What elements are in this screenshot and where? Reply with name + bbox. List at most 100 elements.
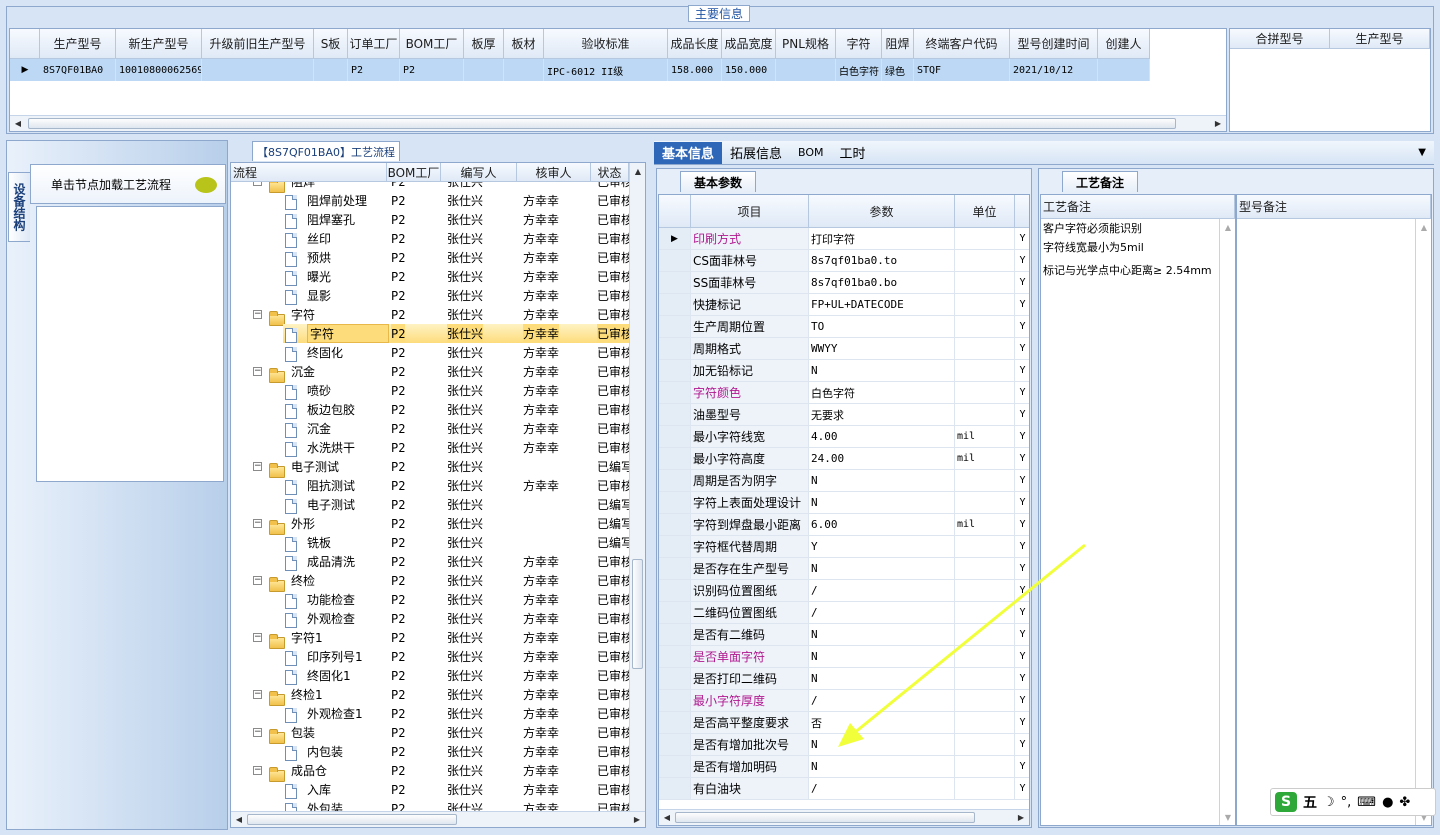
param-value[interactable]: 6.00 bbox=[809, 514, 955, 536]
column-header[interactable]: BOM工厂 bbox=[400, 29, 464, 59]
param-value[interactable]: 24.00 bbox=[809, 448, 955, 470]
tree-row[interactable]: 外观检查 P2 张仕兴 方幸幸 已审核 bbox=[231, 609, 629, 628]
tree-row[interactable]: 喷砂 P2 张仕兴 方幸幸 已审核 bbox=[231, 381, 629, 400]
scroll-up-arrow-icon[interactable]: ▲ bbox=[1220, 219, 1236, 235]
column-header[interactable]: 型号创建时间 bbox=[1010, 29, 1098, 59]
param-row[interactable]: 字符到焊盘最小距离 6.00 mil Y bbox=[659, 514, 1029, 536]
table-cell[interactable]: IPC-6012 II级 bbox=[544, 59, 668, 81]
remarks-vscroll[interactable]: ▲ ▼ bbox=[1219, 219, 1235, 825]
scroll-left-arrow-icon[interactable]: ◀ bbox=[659, 810, 675, 826]
param-value[interactable]: N bbox=[809, 470, 955, 492]
column-header[interactable]: 项目 bbox=[691, 195, 809, 228]
column-header[interactable]: 字符 bbox=[836, 29, 882, 59]
tree-row[interactable]: − 外形 P2 张仕兴 已编写 bbox=[231, 514, 629, 535]
scroll-left-arrow-icon[interactable]: ◀ bbox=[231, 812, 247, 828]
tree-row[interactable]: 功能检查 P2 张仕兴 方幸幸 已审核 bbox=[231, 590, 629, 609]
tree-row[interactable]: 阻抗测试 P2 张仕兴 方幸幸 已审核 bbox=[231, 476, 629, 495]
table-cell[interactable]: STQF bbox=[914, 59, 1010, 81]
tab-basic-info[interactable]: 基本信息 bbox=[654, 141, 723, 164]
tree-row[interactable]: 板边包胶 P2 张仕兴 方幸幸 已审核 bbox=[231, 400, 629, 419]
column-header[interactable]: 板厚 bbox=[464, 29, 504, 59]
scroll-thumb[interactable] bbox=[675, 812, 975, 823]
scroll-thumb[interactable] bbox=[247, 814, 457, 825]
equipment-tree[interactable] bbox=[36, 206, 224, 482]
model-remarks-vscroll[interactable]: ▲ ▼ bbox=[1415, 219, 1431, 825]
tree-row[interactable]: 预烘 P2 张仕兴 方幸幸 已审核 bbox=[231, 248, 629, 267]
collapse-icon[interactable]: − bbox=[253, 367, 262, 376]
tab-dropdown-icon[interactable]: ▼ bbox=[1418, 147, 1426, 158]
collapse-icon[interactable]: − bbox=[253, 519, 262, 528]
merge-production-model-header[interactable]: 生产型号 bbox=[1330, 29, 1430, 49]
keyboard-icon[interactable]: ⌨ bbox=[1357, 795, 1376, 810]
collapse-icon[interactable]: − bbox=[253, 462, 262, 471]
scroll-right-arrow-icon[interactable]: ▶ bbox=[629, 812, 645, 828]
model-remarks-box[interactable]: 型号备注 ▲ ▼ bbox=[1236, 194, 1432, 826]
collapse-icon[interactable]: − bbox=[253, 690, 262, 699]
ime-toolbar[interactable]: S 五 ☽ °, ⌨ ● ✤ bbox=[1270, 788, 1436, 816]
collapse-icon[interactable]: − bbox=[253, 182, 262, 186]
tree-row[interactable]: 丝印 P2 张仕兴 方幸幸 已审核 bbox=[231, 229, 629, 248]
tree-row[interactable]: 成品清洗 P2 张仕兴 方幸幸 已审核 bbox=[231, 552, 629, 571]
column-header[interactable]: BOM工厂 bbox=[387, 163, 441, 182]
moon-icon[interactable]: ☽ bbox=[1323, 795, 1335, 810]
param-row[interactable]: CS面菲林号 8s7qf01ba0.to Y bbox=[659, 250, 1029, 272]
scroll-right-arrow-icon[interactable]: ▶ bbox=[1013, 810, 1029, 826]
column-header[interactable]: 成品长度 bbox=[668, 29, 722, 59]
column-header[interactable]: 新生产型号 bbox=[116, 29, 202, 59]
tree-row[interactable]: 电子测试 P2 张仕兴 已编写 bbox=[231, 495, 629, 514]
tree-row[interactable]: 内包装 P2 张仕兴 方幸幸 已审核 bbox=[231, 742, 629, 761]
table-cell[interactable]: 绿色 bbox=[882, 59, 914, 81]
param-value[interactable]: 无要求 bbox=[809, 404, 955, 426]
param-value[interactable]: 8s7qf01ba0.bo bbox=[809, 272, 955, 294]
param-row[interactable]: 是否有增加明码 N Y bbox=[659, 756, 1029, 778]
param-row[interactable]: 油墨型号 无要求 Y bbox=[659, 404, 1029, 426]
column-header[interactable]: 核审人 bbox=[517, 163, 591, 182]
table-cell[interactable] bbox=[1098, 59, 1150, 81]
param-row[interactable]: 快捷标记 FP+UL+DATECODE Y bbox=[659, 294, 1029, 316]
column-header[interactable]: 编写人 bbox=[441, 163, 517, 182]
tab-work-hours[interactable]: 工时 bbox=[832, 142, 874, 164]
param-value[interactable]: / bbox=[809, 778, 955, 800]
punctuation-icon[interactable]: °, bbox=[1341, 795, 1352, 810]
column-header[interactable]: S板 bbox=[314, 29, 348, 59]
process-hscroll[interactable]: ◀ ▶ bbox=[231, 811, 645, 827]
tree-row[interactable]: − 沉金 P2 张仕兴 方幸幸 已审核 bbox=[231, 362, 629, 383]
scroll-thumb[interactable] bbox=[632, 559, 643, 669]
param-value[interactable]: TO bbox=[809, 316, 955, 338]
tree-row[interactable]: − 成品仓 P2 张仕兴 方幸幸 已审核 bbox=[231, 761, 629, 782]
table-cell[interactable]: 2021/10/12 bbox=[1010, 59, 1098, 81]
table-cell[interactable] bbox=[202, 59, 314, 81]
user-icon[interactable]: ● bbox=[1382, 795, 1393, 810]
param-value[interactable]: N bbox=[809, 492, 955, 514]
tab-extended-info[interactable]: 拓展信息 bbox=[722, 142, 790, 164]
scroll-right-arrow-icon[interactable]: ▶ bbox=[1210, 116, 1226, 132]
param-value[interactable]: 4.00 bbox=[809, 426, 955, 448]
tree-row[interactable]: 印序列号1 P2 张仕兴 方幸幸 已审核 bbox=[231, 647, 629, 666]
column-header[interactable]: 阻焊 bbox=[882, 29, 914, 59]
tree-row[interactable]: − 终检 P2 张仕兴 方幸幸 已审核 bbox=[231, 571, 629, 592]
param-value[interactable]: 白色字符 bbox=[809, 382, 955, 404]
tree-row[interactable]: 水洗烘干 P2 张仕兴 方幸幸 已审核 bbox=[231, 438, 629, 457]
column-header[interactable]: 升级前旧生产型号 bbox=[202, 29, 314, 59]
column-header[interactable]: 流程 bbox=[231, 163, 387, 182]
table-cell[interactable] bbox=[464, 59, 504, 81]
column-header[interactable]: PNL规格 bbox=[776, 29, 836, 59]
scroll-thumb[interactable] bbox=[28, 118, 1176, 129]
tree-row[interactable]: 阻焊前处理 P2 张仕兴 方幸幸 已审核 bbox=[231, 191, 629, 210]
column-header[interactable]: 验收标准 bbox=[544, 29, 668, 59]
column-header[interactable]: 订单工厂 bbox=[348, 29, 400, 59]
tree-row[interactable]: − 终检1 P2 张仕兴 方幸幸 已审核 bbox=[231, 685, 629, 706]
tree-row[interactable]: − 电子测试 P2 张仕兴 已编写 bbox=[231, 457, 629, 478]
column-header[interactable]: 板材 bbox=[504, 29, 544, 59]
param-row[interactable]: 加无铅标记 N Y bbox=[659, 360, 1029, 382]
params-hscroll[interactable]: ◀ ▶ bbox=[659, 809, 1029, 825]
scroll-up-arrow-icon[interactable]: ▲ bbox=[1416, 219, 1432, 235]
tab-bom[interactable]: BOM bbox=[790, 142, 832, 164]
collapse-icon[interactable]: − bbox=[253, 310, 262, 319]
scroll-down-arrow-icon[interactable]: ▼ bbox=[1220, 809, 1236, 825]
param-row[interactable]: 最小字符线宽 4.00 mil Y bbox=[659, 426, 1029, 448]
param-row[interactable]: 字符上表面处理设计 N Y bbox=[659, 492, 1029, 514]
tree-row[interactable]: 终固化1 P2 张仕兴 方幸幸 已审核 bbox=[231, 666, 629, 685]
basic-params-tab[interactable]: 基本参数 bbox=[680, 171, 756, 192]
table-cell[interactable]: 158.000 bbox=[668, 59, 722, 81]
